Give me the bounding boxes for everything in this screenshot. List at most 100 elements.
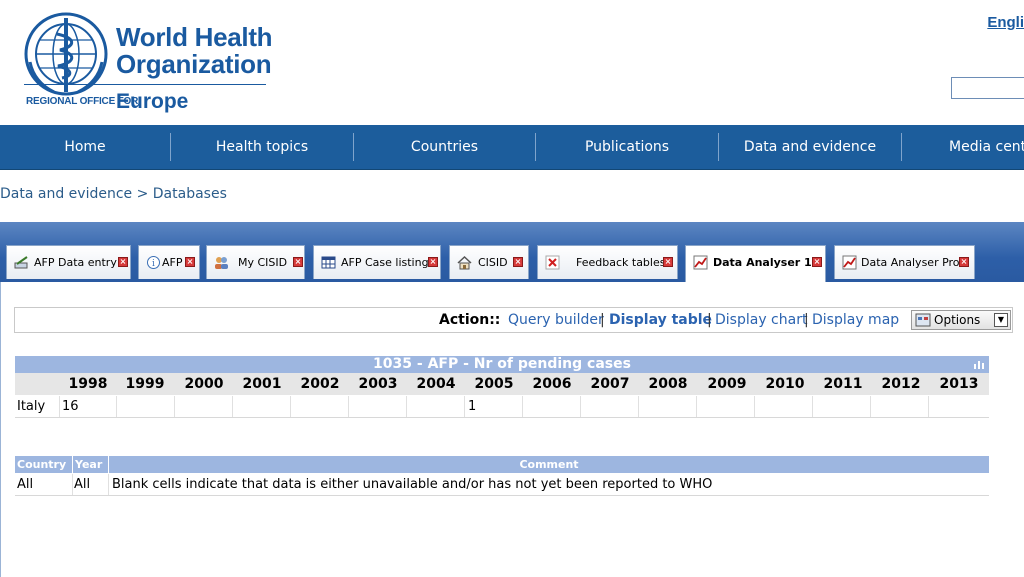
close-icon[interactable]: × [428,257,438,267]
query-builder-link[interactable]: Query builder [508,312,604,328]
svg-text:i: i [152,259,155,269]
tab-cisid[interactable]: CISID × [449,245,529,279]
tab-label: Data Analyser Pro [861,256,960,269]
data-table-title: 1035 - AFP - Nr of pending cases [15,356,989,373]
value-cell [755,396,813,417]
home-icon [457,255,472,270]
column-divider [108,474,109,495]
year-header: 2009 [707,376,747,392]
nav-item-media-centre[interactable]: Media centr [902,125,1024,169]
language-link[interactable]: Engli [987,14,1024,31]
tab-afp[interactable]: i AFP × [138,245,200,279]
year-header: 1998 [68,376,108,392]
value-cell [697,396,755,417]
tab-data-analyser-1[interactable]: Data Analyser 1 × [685,245,826,282]
options-label: Options [934,313,981,327]
close-icon[interactable]: × [293,257,303,267]
data-table-header: 1998 1999 2000 2001 2002 2003 2004 2005 … [15,373,989,395]
main-nav: Home Health topics Countries Publication… [0,125,1024,170]
tab-label: AFP Case listing [341,256,429,269]
nav-item-home[interactable]: Home [0,125,170,169]
logo-divider [24,84,266,85]
chart-toggle-icon[interactable] [973,359,985,370]
year-header: 2013 [939,376,979,392]
tab-afp-data-entry[interactable]: AFP Data entry × [6,245,131,279]
value-cell [407,396,465,417]
tab-label: Data Analyser 1 [713,256,812,269]
org-name: World Health Organization [116,24,273,79]
action-separator: | [707,312,712,328]
who-logo[interactable]: World Health Organization REGIONAL OFFIC… [24,12,274,116]
nav-item-health-topics[interactable]: Health topics [171,125,353,169]
action-bar: Action:: Query builder | Display table |… [14,307,1013,333]
value-cell [871,396,929,417]
tab-my-cisid[interactable]: My CISID × [206,245,305,279]
year-header: 2012 [881,376,921,392]
year-header: 2004 [416,376,456,392]
country-cell: Italy [15,396,60,417]
comment-column-header: Comment [519,458,579,471]
breadcrumb-separator: > [136,186,149,202]
value-cell [581,396,639,417]
comment-table-header: Country Year Comment [15,456,989,473]
chart-icon [842,255,857,270]
year-header: 2002 [300,376,340,392]
tab-data-analyser-pro[interactable]: Data Analyser Pro × [834,245,975,279]
close-icon[interactable]: × [663,257,673,267]
table-title-text: 1035 - AFP - Nr of pending cases [373,356,631,372]
value-cell: 1 [465,396,523,417]
options-icon [915,313,931,327]
action-label: Action:: [439,312,501,328]
breadcrumb: Data and evidence > Databases [0,186,227,202]
close-icon[interactable]: × [513,257,523,267]
year-header: 2006 [532,376,572,392]
year-header: 2008 [648,376,688,392]
display-map-link[interactable]: Display map [812,312,899,328]
tab-label: My CISID [238,256,288,269]
close-icon[interactable]: × [185,257,195,267]
table-icon [321,256,336,269]
value-cell [639,396,697,417]
value-cell [117,396,175,417]
value-cell [291,396,349,417]
value-cell [813,396,871,417]
display-chart-link[interactable]: Display chart [715,312,807,328]
breadcrumb-link-databases[interactable]: Databases [153,186,227,202]
value-cell [349,396,407,417]
org-name-line2: Organization [116,49,272,79]
year-header: 2001 [242,376,282,392]
value-cell [523,396,581,417]
country-column-header: Country [17,458,67,471]
display-table-link[interactable]: Display table [609,312,712,328]
year-header: 2003 [358,376,398,392]
tab-afp-case-listing[interactable]: AFP Case listing × [313,245,441,279]
tab-feedback-tables[interactable]: Feedback tables × [537,245,678,279]
tab-label: CISID [478,256,508,269]
tab-label: Feedback tables [576,256,666,269]
x-icon [545,255,560,270]
chevron-down-icon: ▼ [994,313,1008,327]
options-dropdown[interactable]: Options ▼ [911,310,1011,330]
year-cell: All [74,477,91,492]
year-header: 2005 [474,376,514,392]
country-cell: All [17,477,34,492]
table-row: Italy 16 1 [15,396,989,418]
year-header: 1999 [125,376,165,392]
breadcrumb-link-data-and-evidence[interactable]: Data and evidence [0,186,132,202]
value-cell [929,396,989,417]
year-column-header: Year [75,458,103,471]
year-header: 2011 [823,376,863,392]
info-icon: i [147,256,160,269]
nav-item-countries[interactable]: Countries [354,125,535,169]
column-divider [72,456,73,473]
users-icon [215,257,228,269]
nav-item-publications[interactable]: Publications [536,125,718,169]
close-icon[interactable]: × [959,257,969,267]
column-divider [72,474,73,495]
nav-item-data-and-evidence[interactable]: Data and evidence [719,125,901,169]
close-icon[interactable]: × [118,257,128,267]
close-icon[interactable]: × [812,257,822,267]
region-name: Europe [116,90,189,113]
value-cell [233,396,291,417]
search-input[interactable] [951,77,1024,99]
